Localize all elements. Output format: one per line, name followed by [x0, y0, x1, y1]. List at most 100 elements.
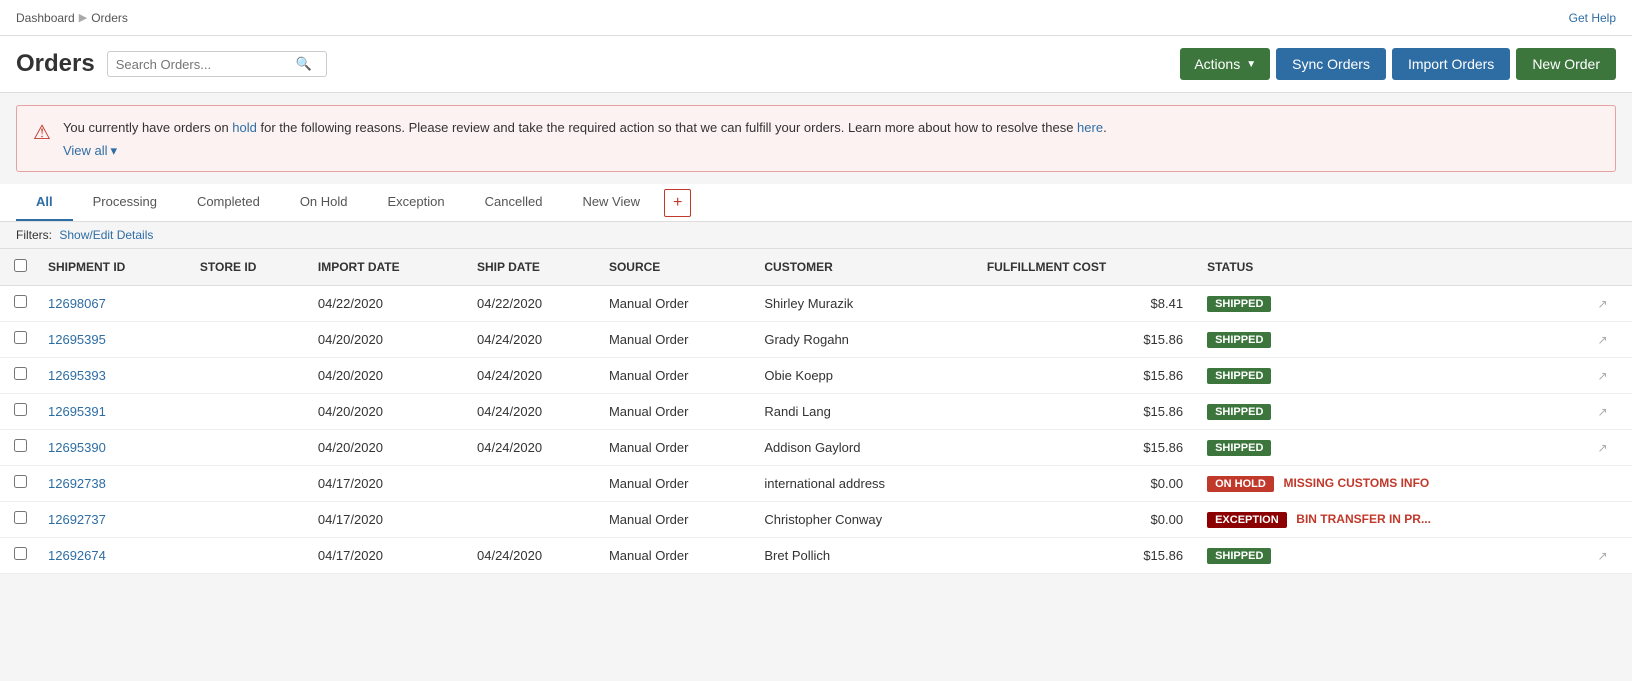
table-row: 12692738 04/17/2020 Manual Order interna… — [0, 465, 1632, 501]
new-order-button[interactable]: New Order — [1516, 48, 1616, 80]
row-checkbox-cell — [0, 429, 40, 465]
row-checkbox[interactable] — [14, 331, 27, 344]
row-checkbox-cell — [0, 321, 40, 357]
table-row: 12695390 04/20/2020 04/24/2020 Manual Or… — [0, 429, 1632, 465]
tab-cancelled[interactable]: Cancelled — [465, 184, 563, 221]
row-checkbox-cell — [0, 285, 40, 321]
row-checkbox[interactable] — [14, 547, 27, 560]
add-view-button[interactable]: + — [664, 189, 691, 217]
store-id-cell — [192, 429, 310, 465]
actions-button[interactable]: Actions ▼ — [1180, 48, 1270, 80]
tab-processing[interactable]: Processing — [73, 184, 177, 221]
alert-banner: ⚠ You currently have orders on hold for … — [16, 105, 1616, 172]
tab-new-view[interactable]: New View — [562, 184, 660, 221]
orders-table-container: SHIPMENT ID STORE ID IMPORT DATE SHIP DA… — [0, 249, 1632, 574]
breadcrumb-orders[interactable]: Orders — [91, 11, 128, 25]
breadcrumb-dashboard[interactable]: Dashboard — [16, 11, 75, 25]
table-row: 12692737 04/17/2020 Manual Order Christo… — [0, 501, 1632, 537]
shipment-id-link[interactable]: 12695391 — [48, 404, 106, 419]
customer-cell: Randi Lang — [756, 393, 978, 429]
shipment-id-cell: 12695390 — [40, 429, 192, 465]
shipment-id-link[interactable]: 12692738 — [48, 476, 106, 491]
table-row: 12698067 04/22/2020 04/22/2020 Manual Or… — [0, 285, 1632, 321]
ship-date-cell: 04/24/2020 — [469, 321, 601, 357]
get-help-link[interactable]: Get Help — [1569, 11, 1616, 25]
row-checkbox[interactable] — [14, 367, 27, 380]
external-link-cell: ↗ — [1590, 429, 1632, 465]
status-badge: SHIPPED — [1207, 548, 1271, 564]
row-checkbox-cell — [0, 357, 40, 393]
tab-all[interactable]: All — [16, 184, 73, 221]
table-row: 12695395 04/20/2020 04/24/2020 Manual Or… — [0, 321, 1632, 357]
shipment-id-cell: 12695391 — [40, 393, 192, 429]
header-ship-date: SHIP DATE — [469, 249, 601, 286]
header-source: SOURCE — [601, 249, 756, 286]
row-checkbox-cell — [0, 465, 40, 501]
row-checkbox-cell — [0, 537, 40, 573]
external-link-icon[interactable]: ↗ — [1598, 297, 1608, 311]
status-extra: BIN TRANSFER IN PR... — [1296, 512, 1431, 526]
tab-on-hold[interactable]: On Hold — [280, 184, 368, 221]
import-orders-button[interactable]: Import Orders — [1392, 48, 1510, 80]
row-checkbox[interactable] — [14, 511, 27, 524]
shipment-id-link[interactable]: 12695393 — [48, 368, 106, 383]
shipment-id-link[interactable]: 12695390 — [48, 440, 106, 455]
status-cell: EXCEPTION BIN TRANSFER IN PR... — [1199, 501, 1589, 537]
store-id-cell — [192, 501, 310, 537]
alert-icon: ⚠ — [33, 120, 51, 145]
status-cell: SHIPPED — [1199, 321, 1589, 357]
alert-text: You currently have orders on hold for th… — [63, 118, 1107, 139]
shipment-id-link[interactable]: 12698067 — [48, 296, 106, 311]
store-id-cell — [192, 321, 310, 357]
status-badge: EXCEPTION — [1207, 512, 1287, 528]
row-checkbox[interactable] — [14, 475, 27, 488]
external-link-icon[interactable]: ↗ — [1598, 333, 1608, 347]
row-checkbox[interactable] — [14, 295, 27, 308]
search-input[interactable] — [116, 57, 296, 72]
import-date-cell: 04/17/2020 — [310, 537, 469, 573]
fulfillment-cost-cell: $15.86 — [979, 393, 1199, 429]
shipment-id-cell: 12698067 — [40, 285, 192, 321]
row-checkbox[interactable] — [14, 439, 27, 452]
select-all-checkbox[interactable] — [14, 259, 27, 272]
tab-completed[interactable]: Completed — [177, 184, 280, 221]
ship-date-cell: 04/24/2020 — [469, 357, 601, 393]
view-all-link[interactable]: View all ▾ — [63, 143, 117, 159]
source-cell: Manual Order — [601, 321, 756, 357]
shipment-id-link[interactable]: 12692737 — [48, 512, 106, 527]
actions-dropdown-arrow: ▼ — [1246, 59, 1256, 70]
tabs-bar: All Processing Completed On Hold Excepti… — [0, 184, 1632, 222]
header-import-date: IMPORT DATE — [310, 249, 469, 286]
import-date-cell: 04/17/2020 — [310, 465, 469, 501]
source-cell: Manual Order — [601, 429, 756, 465]
external-link-cell: ↗ — [1590, 393, 1632, 429]
external-link-icon[interactable]: ↗ — [1598, 369, 1608, 383]
external-link-icon[interactable]: ↗ — [1598, 405, 1608, 419]
sync-orders-button[interactable]: Sync Orders — [1276, 48, 1386, 80]
store-id-cell — [192, 537, 310, 573]
show-edit-details-link[interactable]: Show/Edit Details — [59, 228, 153, 242]
customer-cell: Bret Pollich — [756, 537, 978, 573]
ship-date-cell: 04/24/2020 — [469, 393, 601, 429]
table-row: 12695393 04/20/2020 04/24/2020 Manual Or… — [0, 357, 1632, 393]
external-link-icon[interactable]: ↗ — [1598, 549, 1608, 563]
source-cell: Manual Order — [601, 357, 756, 393]
search-box[interactable]: 🔍 — [107, 51, 327, 77]
header-status: STATUS — [1199, 249, 1589, 286]
orders-table: SHIPMENT ID STORE ID IMPORT DATE SHIP DA… — [0, 249, 1632, 574]
shipment-id-link[interactable]: 12692674 — [48, 548, 106, 563]
store-id-cell — [192, 465, 310, 501]
status-cell: ON HOLD MISSING CUSTOMS INFO — [1199, 465, 1589, 501]
row-checkbox[interactable] — [14, 403, 27, 416]
tab-exception[interactable]: Exception — [368, 184, 465, 221]
customer-cell: international address — [756, 465, 978, 501]
shipment-id-cell: 12695393 — [40, 357, 192, 393]
source-cell: Manual Order — [601, 285, 756, 321]
external-link-cell — [1590, 465, 1632, 501]
hold-link[interactable]: hold — [232, 120, 257, 135]
here-link[interactable]: here — [1077, 120, 1103, 135]
shipment-id-link[interactable]: 12695395 — [48, 332, 106, 347]
header-actions: Actions ▼ Sync Orders Import Orders New … — [1180, 48, 1616, 80]
row-checkbox-cell — [0, 393, 40, 429]
external-link-icon[interactable]: ↗ — [1598, 441, 1608, 455]
